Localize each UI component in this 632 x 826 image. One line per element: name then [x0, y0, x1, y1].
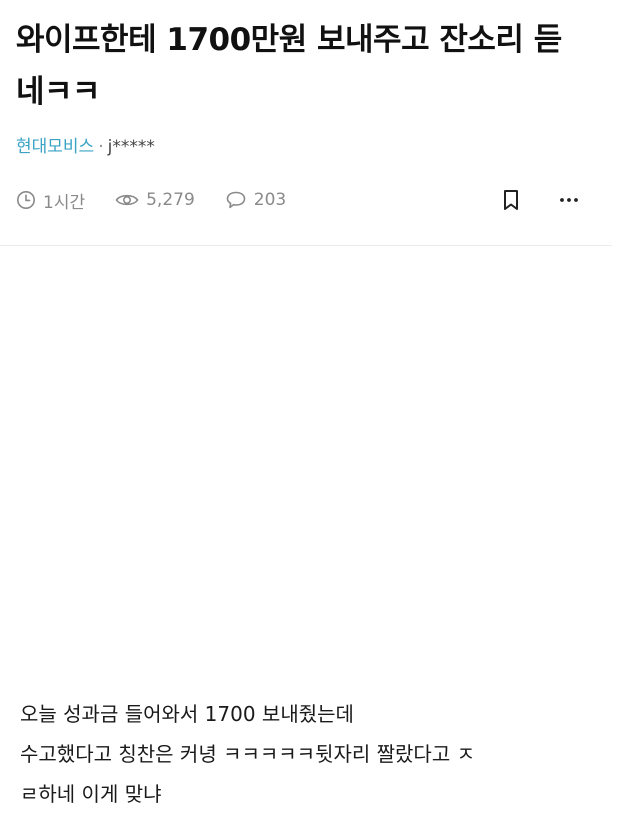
post-title-line-2: 네ㅋㅋ: [16, 74, 101, 110]
board-link[interactable]: 현대모비스: [16, 137, 94, 157]
comment-icon: [226, 191, 246, 209]
post-meta: 현대모비스 · j*****: [16, 134, 155, 160]
views-stat: 5,279: [115, 190, 195, 210]
comments-stat[interactable]: 203: [225, 190, 286, 210]
more-icon: [560, 198, 578, 202]
post-title-line-1: 와이프한테 1700만원 보내주고 잔소리 듣: [16, 22, 562, 58]
view-count: 5,279: [146, 190, 195, 210]
post-title: 와이프한테 1700만원 보내주고 잔소리 듣 네ㅋㅋ: [16, 14, 606, 118]
author-name[interactable]: j*****: [108, 137, 155, 157]
post-actions: [500, 188, 610, 212]
post-stats: 1시간 5,279 203: [16, 186, 610, 214]
time-stat: 1시간: [16, 188, 85, 213]
bookmark-button[interactable]: [500, 188, 522, 212]
body-line-3: ㄹ하네 이게 맞냐: [20, 782, 162, 806]
eye-icon: [115, 194, 139, 206]
time-ago: 1시간: [43, 192, 86, 213]
more-options-button[interactable]: [558, 188, 580, 212]
clock-icon: [17, 191, 35, 209]
post-body: 오늘 성과금 들어와서 1700 보내줬는데 수고했다고 칭찬은 커녕 ㅋㅋㅋㅋ…: [20, 694, 612, 814]
comment-count: 203: [253, 190, 287, 210]
meta-separator: ·: [98, 137, 104, 157]
body-line-2: 수고했다고 칭찬은 커녕 ㅋㅋㅋㅋㅋ뒷자리 짤랐다고 ㅈ: [20, 742, 475, 766]
header-divider: [0, 245, 612, 246]
body-line-1: 오늘 성과금 들어와서 1700 보내줬는데: [20, 702, 354, 726]
bookmark-icon: [504, 190, 518, 210]
post-page: 와이프한테 1700만원 보내주고 잔소리 듣 네ㅋㅋ 현대모비스 · j*****…: [0, 0, 632, 826]
